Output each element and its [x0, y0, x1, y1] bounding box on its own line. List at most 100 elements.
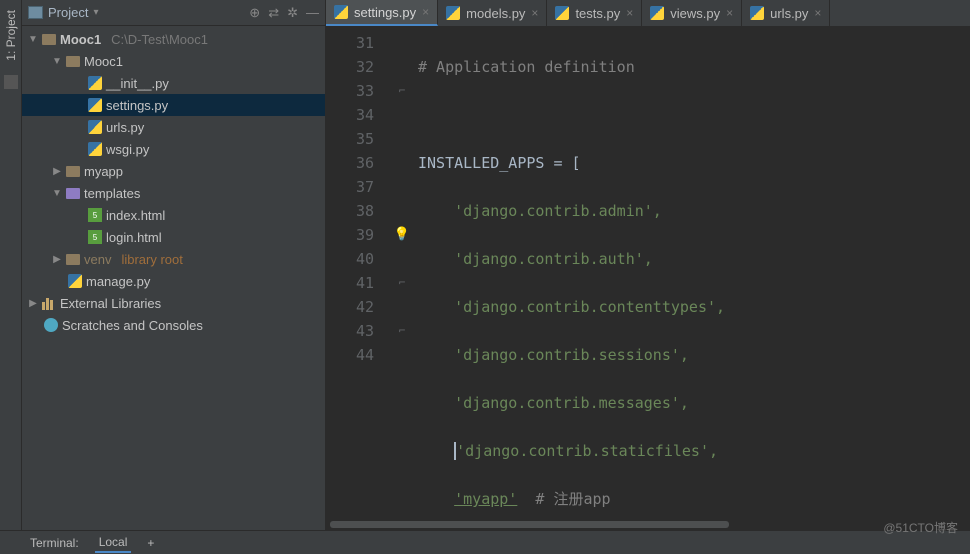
add-terminal-button[interactable]: + [147, 536, 154, 550]
tree-item-label: manage.py [86, 274, 150, 289]
tree-file-init[interactable]: __init__.py [22, 72, 325, 94]
code-text: INSTALLED_APPS = [ [418, 154, 581, 172]
fold-marker-icon[interactable]: ⌐ [386, 271, 418, 295]
code-text: 'django.contrib.messages', [454, 394, 689, 412]
tree-item-label: External Libraries [60, 296, 161, 311]
code-content[interactable]: # Application definition INSTALLED_APPS … [418, 27, 970, 554]
editor-tabs: settings.py × models.py × tests.py × vie… [326, 0, 970, 27]
expand-icon[interactable]: ▶ [52, 166, 62, 177]
tree-item-label: __init__.py [106, 76, 169, 91]
locate-icon[interactable]: ⊕ [249, 5, 260, 21]
toolwindow-stripe[interactable]: 1: Project [0, 0, 22, 554]
line-number[interactable]: 38 [326, 199, 374, 223]
panel-title-label: Project [48, 5, 88, 20]
tree-item-label: Mooc1 [60, 32, 101, 47]
collapse-icon[interactable]: ▼ [52, 188, 62, 199]
code-text: 'myapp' [454, 490, 517, 508]
line-number[interactable]: 36 [326, 151, 374, 175]
watermark: @51CTO博客 [883, 519, 958, 536]
close-icon[interactable]: × [726, 6, 733, 20]
line-gutter[interactable]: 31 32 33 34 35 36 37 38 39 40 41 42 43 4… [326, 27, 386, 554]
templates-folder-icon [66, 188, 80, 199]
tab-settings[interactable]: settings.py × [326, 0, 438, 26]
tree-folder-templates[interactable]: ▼ templates [22, 182, 325, 204]
tree-external-libraries[interactable]: ▶ External Libraries [22, 292, 325, 314]
python-file-icon [750, 6, 764, 20]
tab-urls[interactable]: urls.py × [742, 0, 830, 26]
python-file-icon [446, 6, 460, 20]
line-number[interactable]: 43 [326, 319, 374, 343]
panel-toolbar: ⊕ ⇄ ✲ — [249, 5, 319, 21]
scrollbar-thumb[interactable] [330, 521, 729, 528]
project-panel-header: Project ▾ ⊕ ⇄ ✲ — [22, 0, 325, 26]
chevron-down-icon: ▾ [93, 7, 98, 18]
close-icon[interactable]: × [422, 5, 429, 19]
expand-icon[interactable]: ▶ [28, 298, 38, 309]
tree-file-manage[interactable]: manage.py [22, 270, 325, 292]
line-number[interactable]: 35 [326, 127, 374, 151]
close-icon[interactable]: × [814, 6, 821, 20]
tree-scratches[interactable]: Scratches and Consoles [22, 314, 325, 336]
collapse-icon[interactable]: ▼ [52, 56, 62, 67]
tree-folder-venv[interactable]: ▶ venv library root [22, 248, 325, 270]
stripe-icon [4, 75, 18, 89]
project-view-selector[interactable]: Project ▾ [28, 5, 245, 20]
tree-root[interactable]: ▼ Mooc1 C:\D-Test\Mooc1 [22, 28, 325, 50]
close-icon[interactable]: × [626, 6, 633, 20]
tab-label: urls.py [770, 6, 808, 21]
tree-item-label: login.html [106, 230, 162, 245]
code-text: 'django.contrib.sessions', [454, 346, 689, 364]
line-number[interactable]: 31 [326, 31, 374, 55]
line-number[interactable]: 34 [326, 103, 374, 127]
tree-folder-myapp[interactable]: ▶ myapp [22, 160, 325, 182]
gutter-icons: ⌐ 💡 ⌐ ⌐ [386, 27, 418, 554]
line-number[interactable]: 33 [326, 79, 374, 103]
folder-icon [66, 56, 80, 67]
code-text: 'django.contrib.admin', [454, 202, 662, 220]
tree-item-path: C:\D-Test\Mooc1 [111, 32, 208, 47]
intention-bulb-icon[interactable]: 💡 [386, 223, 418, 247]
expand-icon[interactable]: ⇄ [268, 5, 279, 21]
tree-item-label: venv [84, 252, 111, 267]
minimize-icon[interactable]: — [306, 5, 319, 21]
python-file-icon [88, 142, 102, 156]
tree-item-label: Mooc1 [84, 54, 123, 69]
collapse-icon[interactable]: ▼ [28, 34, 38, 45]
project-icon [28, 6, 43, 19]
html-file-icon: 5 [88, 230, 102, 244]
tree-item-extra: library root [121, 252, 182, 267]
horizontal-scrollbar[interactable] [326, 519, 970, 530]
python-file-icon [68, 274, 82, 288]
tab-tests[interactable]: tests.py × [547, 0, 642, 26]
tree-file-settings[interactable]: settings.py [22, 94, 325, 116]
terminal-tab-local[interactable]: Local [95, 533, 132, 553]
line-number[interactable]: 41 [326, 271, 374, 295]
terminal-label[interactable]: Terminal: [30, 536, 79, 550]
fold-marker-icon[interactable]: ⌐ [386, 79, 418, 103]
tree-file-urls[interactable]: urls.py [22, 116, 325, 138]
line-number[interactable]: 32 [326, 55, 374, 79]
line-number[interactable]: 39 [326, 223, 374, 247]
folder-icon [66, 254, 80, 265]
line-number[interactable]: 40 [326, 247, 374, 271]
tree-folder-mooc1[interactable]: ▼ Mooc1 [22, 50, 325, 72]
folder-icon [66, 166, 80, 177]
python-file-icon [88, 98, 102, 112]
project-tree[interactable]: ▼ Mooc1 C:\D-Test\Mooc1 ▼ Mooc1 __init__… [22, 26, 325, 554]
gear-icon[interactable]: ✲ [287, 5, 298, 21]
line-number[interactable]: 42 [326, 295, 374, 319]
tab-models[interactable]: models.py × [438, 0, 547, 26]
project-toolwindow-tab[interactable]: 1: Project [2, 4, 20, 67]
project-panel: Project ▾ ⊕ ⇄ ✲ — ▼ Mooc1 C:\D-Test\Mooc… [22, 0, 326, 554]
tree-file-index-html[interactable]: 5 index.html [22, 204, 325, 226]
tree-file-wsgi[interactable]: wsgi.py [22, 138, 325, 160]
editor-area: settings.py × models.py × tests.py × vie… [326, 0, 970, 554]
code-editor[interactable]: 31 32 33 34 35 36 37 38 39 40 41 42 43 4… [326, 27, 970, 554]
tab-views[interactable]: views.py × [642, 0, 742, 26]
line-number[interactable]: 37 [326, 175, 374, 199]
expand-icon[interactable]: ▶ [52, 254, 62, 265]
fold-marker-icon[interactable]: ⌐ [386, 319, 418, 343]
close-icon[interactable]: × [531, 6, 538, 20]
line-number[interactable]: 44 [326, 343, 374, 367]
tree-file-login-html[interactable]: 5 login.html [22, 226, 325, 248]
